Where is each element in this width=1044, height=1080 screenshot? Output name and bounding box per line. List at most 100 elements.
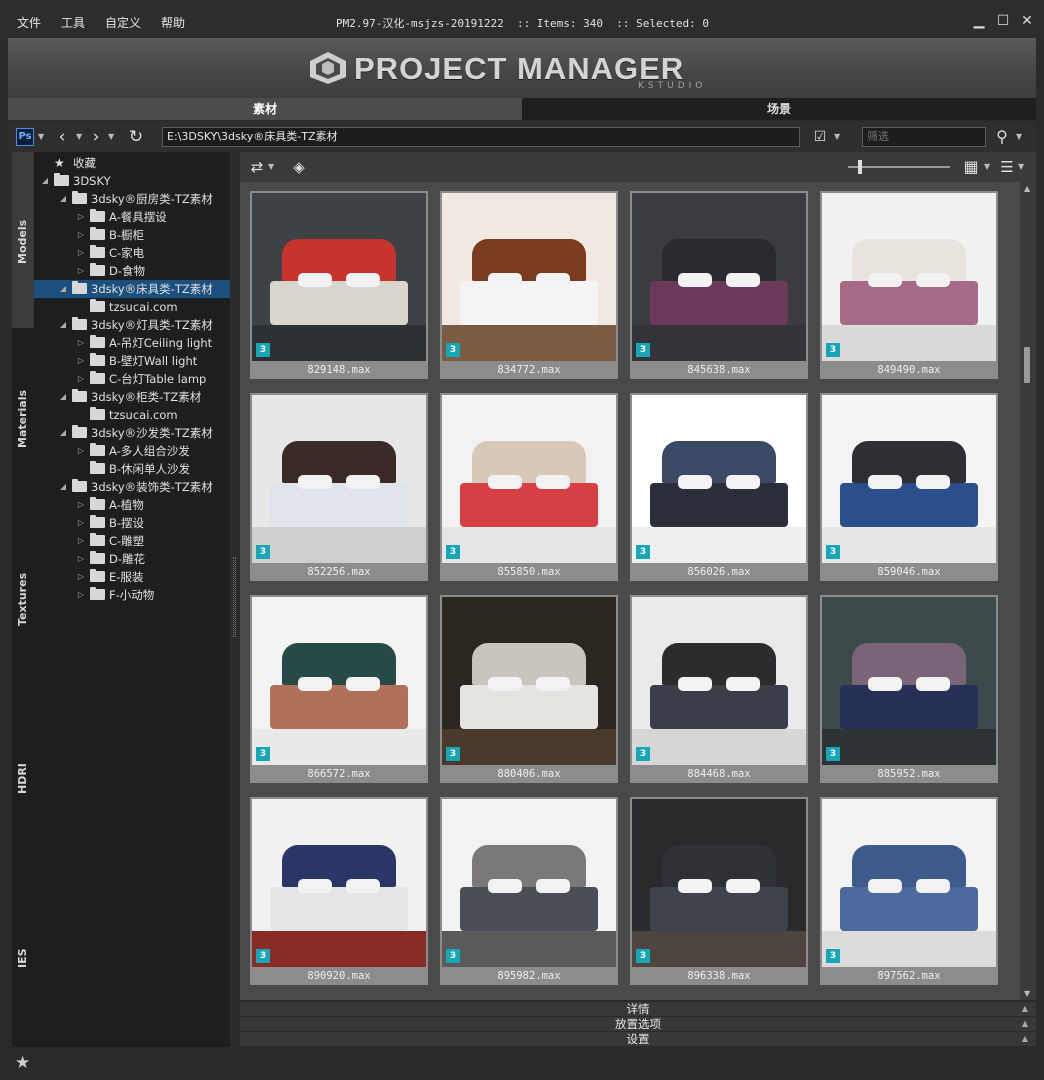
expand-icon[interactable]: ▷ <box>76 586 86 604</box>
tree-item[interactable]: ▷ B-橱柜 <box>34 226 230 244</box>
collapse-icon[interactable]: ◢ <box>58 478 68 496</box>
scroll-up-icon[interactable]: ▲ <box>1024 184 1030 193</box>
asset-thumbnail[interactable]: 3 <box>252 193 426 361</box>
asset-card[interactable]: 3 855850.max <box>440 393 618 581</box>
sort-icon[interactable]: ☰ <box>998 156 1016 178</box>
splitter-grip[interactable] <box>233 557 236 637</box>
collapse-icon[interactable]: ◢ <box>58 316 68 334</box>
asset-thumbnail[interactable]: 3 <box>252 597 426 765</box>
panel-details[interactable]: 详情 ▲ <box>240 1001 1036 1016</box>
asset-card[interactable]: 3 834772.max <box>440 191 618 379</box>
tree-item[interactable]: ◢ 3dsky®灯具类-TZ素材 <box>34 316 230 334</box>
tree-item[interactable]: ▷ A-餐具摆设 <box>34 208 230 226</box>
minimize-icon[interactable]: ▁ <box>970 12 988 30</box>
tree-item[interactable]: ◢ 3dsky®床具类-TZ素材 <box>34 280 230 298</box>
tree-item[interactable]: ▷ B-壁灯Wall light <box>34 352 230 370</box>
expand-icon[interactable]: ▷ <box>76 226 86 244</box>
tree-item[interactable]: ◢ 3DSKY <box>34 172 230 190</box>
asset-card[interactable]: 3 849490.max <box>820 191 998 379</box>
tree-item[interactable]: ◢ 3dsky®柜类-TZ素材 <box>34 388 230 406</box>
asset-thumbnail[interactable]: 3 <box>442 799 616 967</box>
refresh-icon[interactable]: ↻ <box>126 126 146 148</box>
asset-thumbnail[interactable]: 3 <box>822 799 996 967</box>
expand-icon[interactable]: ▷ <box>76 370 86 388</box>
tab-scenes[interactable]: 场景 <box>522 98 1036 120</box>
star-icon[interactable]: ★ <box>15 1053 30 1073</box>
asset-card[interactable]: 3 856026.max <box>630 393 808 581</box>
chevron-down-icon[interactable]: ▼ <box>1016 126 1022 148</box>
chevron-down-icon[interactable]: ▼ <box>1018 156 1024 178</box>
asset-thumbnail[interactable]: 3 <box>252 799 426 967</box>
chevron-down-icon[interactable]: ▼ <box>268 156 274 178</box>
collapse-icon[interactable]: ◢ <box>58 280 68 298</box>
asset-card[interactable]: 3 890920.max <box>250 797 428 985</box>
chevron-down-icon[interactable]: ▼ <box>834 126 840 148</box>
tree-item[interactable]: ▷ F-小动物 <box>34 586 230 604</box>
asset-thumbnail[interactable]: 3 <box>822 193 996 361</box>
thumbnail-size-slider[interactable] <box>848 166 950 168</box>
expand-icon[interactable]: ▷ <box>76 568 86 586</box>
asset-thumbnail[interactable]: 3 <box>442 597 616 765</box>
asset-card[interactable]: 3 866572.max <box>250 595 428 783</box>
chevron-down-icon[interactable]: ▼ <box>984 156 990 178</box>
tree-item[interactable]: ▷ C-雕塑 <box>34 532 230 550</box>
sync-icon[interactable]: ⇄ <box>248 156 266 178</box>
expand-icon[interactable]: ▷ <box>76 352 86 370</box>
asset-thumbnail[interactable]: 3 <box>632 395 806 563</box>
asset-card[interactable]: 3 880406.max <box>440 595 618 783</box>
tree-item[interactable]: ▷ A-吊灯Ceiling light <box>34 334 230 352</box>
close-icon[interactable]: ✕ <box>1018 12 1036 30</box>
checklist-icon[interactable]: ☑ <box>808 126 832 148</box>
expand-icon[interactable]: ▷ <box>76 550 86 568</box>
maximize-icon[interactable]: ☐ <box>994 12 1012 30</box>
collapse-icon[interactable]: ◢ <box>58 190 68 208</box>
side-tab-materials[interactable]: Materials <box>12 330 34 506</box>
collapse-icon[interactable]: ◢ <box>58 424 68 442</box>
asset-card[interactable]: 3 897562.max <box>820 797 998 985</box>
search-icon[interactable]: ⚲ <box>992 126 1012 148</box>
asset-thumbnail[interactable]: 3 <box>632 597 806 765</box>
asset-card[interactable]: 3 852256.max <box>250 393 428 581</box>
tab-assets[interactable]: 素材 <box>8 98 522 120</box>
asset-thumbnail[interactable]: 3 <box>632 193 806 361</box>
tree-item[interactable]: ▷ B-摆设 <box>34 514 230 532</box>
splitter[interactable] <box>230 152 240 1047</box>
asset-card[interactable]: 3 859046.max <box>820 393 998 581</box>
tree-item[interactable]: ★ 收藏 <box>34 154 230 172</box>
expand-icon[interactable]: ▷ <box>76 244 86 262</box>
tree-item[interactable]: ◢ 3dsky®厨房类-TZ素材 <box>34 190 230 208</box>
collapse-icon[interactable]: ◢ <box>58 388 68 406</box>
tree-item[interactable]: ▷ D-雕花 <box>34 550 230 568</box>
expand-icon[interactable]: ▷ <box>76 532 86 550</box>
asset-thumbnail[interactable]: 3 <box>442 395 616 563</box>
expand-icon[interactable]: ▷ <box>76 514 86 532</box>
tree-item[interactable]: ◢ 3dsky®装饰类-TZ素材 <box>34 478 230 496</box>
tree-item[interactable]: tzsucai.com <box>34 406 230 424</box>
expand-icon[interactable]: ▷ <box>76 334 86 352</box>
menu-file[interactable]: 文件 <box>17 14 41 31</box>
filter-input[interactable] <box>862 127 986 147</box>
vertical-scrollbar[interactable]: ▲ ▼ <box>1020 182 1036 1000</box>
asset-card[interactable]: 3 829148.max <box>250 191 428 379</box>
side-tab-models[interactable]: Models <box>12 152 34 328</box>
expand-icon[interactable]: ▷ <box>76 496 86 514</box>
expand-icon[interactable]: ▷ <box>76 208 86 226</box>
tree-item[interactable]: ▷ D-食物 <box>34 262 230 280</box>
side-tab-ies[interactable]: IES <box>12 864 34 1040</box>
collapse-icon[interactable]: ◢ <box>40 172 50 190</box>
scrollbar-thumb[interactable] <box>1024 347 1030 383</box>
chevron-down-icon[interactable]: ▼ <box>38 126 44 148</box>
scroll-down-icon[interactable]: ▼ <box>1024 989 1030 998</box>
tree-item[interactable]: ▷ A-植物 <box>34 496 230 514</box>
tree-item[interactable]: ◢ 3dsky®沙发类-TZ素材 <box>34 424 230 442</box>
photoshop-icon[interactable]: Ps <box>16 128 34 146</box>
menu-customize[interactable]: 自定义 <box>105 14 141 31</box>
chevron-down-icon[interactable]: ▼ <box>108 126 114 148</box>
menu-help[interactable]: 帮助 <box>161 14 185 31</box>
asset-thumbnail[interactable]: 3 <box>822 597 996 765</box>
panel-placement[interactable]: 放置选项 ▲ <box>240 1016 1036 1031</box>
slider-thumb[interactable] <box>858 160 862 174</box>
side-tab-hdri[interactable]: HDRI <box>12 686 34 862</box>
menu-tools[interactable]: 工具 <box>61 14 85 31</box>
asset-card[interactable]: 3 885952.max <box>820 595 998 783</box>
